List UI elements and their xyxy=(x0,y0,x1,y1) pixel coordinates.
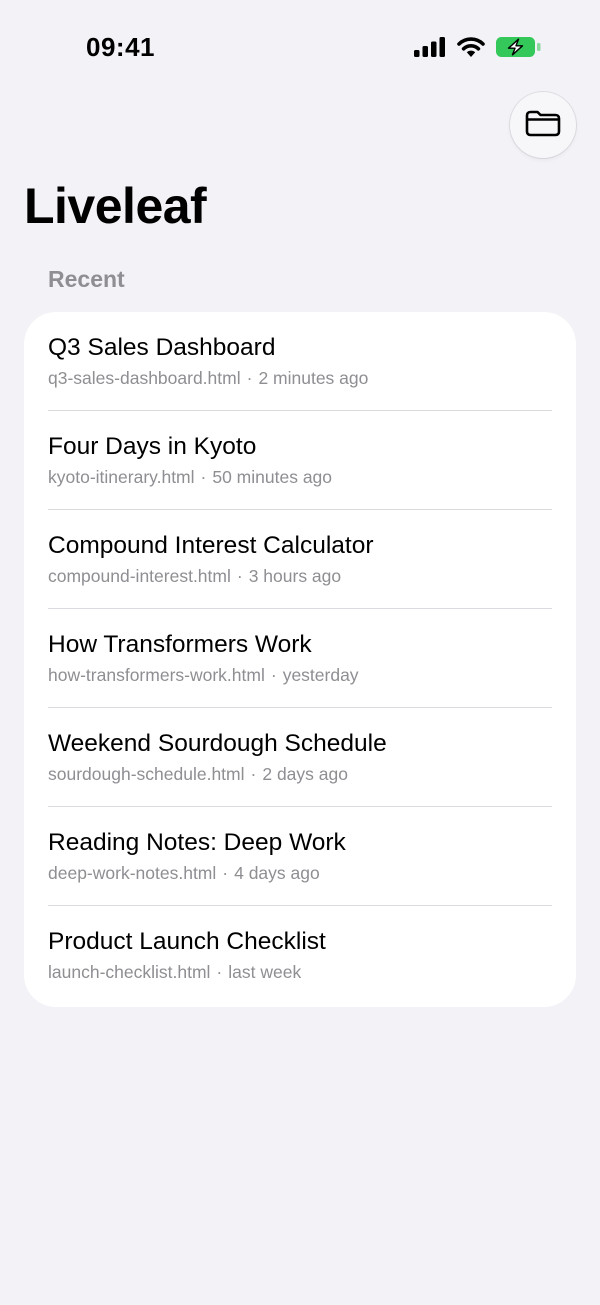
item-time: 4 days ago xyxy=(234,863,320,883)
item-filename: sourdough-schedule.html xyxy=(48,764,245,784)
item-filename: how-transformers-work.html xyxy=(48,665,265,685)
recent-list: Q3 Sales Dashboard q3-sales-dashboard.ht… xyxy=(24,312,576,1007)
list-item[interactable]: Q3 Sales Dashboard q3-sales-dashboard.ht… xyxy=(24,312,576,411)
cellular-signal-icon xyxy=(414,37,446,57)
item-title: Q3 Sales Dashboard xyxy=(48,334,276,361)
item-time: 50 minutes ago xyxy=(212,467,333,487)
item-filename: deep-work-notes.html xyxy=(48,863,217,883)
section-header-recent: Recent xyxy=(48,266,125,292)
meta-separator: · xyxy=(200,467,207,487)
meta-separator: · xyxy=(236,566,243,586)
folder-button[interactable] xyxy=(510,92,576,158)
item-meta: q3-sales-dashboard.html · 2 minutes ago xyxy=(48,368,368,389)
meta-separator: · xyxy=(246,368,253,388)
list-item[interactable]: How Transformers Work how-transformers-w… xyxy=(24,609,576,708)
item-time: yesterday xyxy=(282,665,359,685)
item-title: Four Days in Kyoto xyxy=(48,433,257,460)
item-meta: sourdough-schedule.html · 2 days ago xyxy=(48,764,348,785)
meta-separator: · xyxy=(250,764,257,784)
item-time: 2 minutes ago xyxy=(258,368,369,388)
item-filename: launch-checklist.html xyxy=(48,962,211,982)
status-time: 09:41 xyxy=(86,32,155,62)
item-meta: compound-interest.html · 3 hours ago xyxy=(48,566,341,587)
item-time: 3 hours ago xyxy=(248,566,342,586)
folder-icon xyxy=(524,108,562,143)
item-title: How Transformers Work xyxy=(48,631,312,658)
item-filename: compound-interest.html xyxy=(48,566,231,586)
page-title: Liveleaf xyxy=(24,178,207,234)
meta-separator: · xyxy=(216,962,223,982)
item-meta: how-transformers-work.html · yesterday xyxy=(48,665,359,686)
battery-charging-icon xyxy=(496,36,542,58)
item-time: last week xyxy=(228,962,302,982)
item-title: Compound Interest Calculator xyxy=(48,532,374,559)
list-item[interactable]: Weekend Sourdough Schedule sourdough-sch… xyxy=(24,708,576,807)
list-item[interactable]: Four Days in Kyoto kyoto-itinerary.html ·… xyxy=(24,411,576,510)
item-filename: q3-sales-dashboard.html xyxy=(48,368,241,388)
item-title: Weekend Sourdough Schedule xyxy=(48,730,387,757)
item-meta: deep-work-notes.html · 4 days ago xyxy=(48,863,320,884)
item-time: 2 days ago xyxy=(262,764,348,784)
item-meta: launch-checklist.html · last week xyxy=(48,962,301,983)
list-item[interactable]: Reading Notes: Deep Work deep-work-notes… xyxy=(24,807,576,906)
item-title: Reading Notes: Deep Work xyxy=(48,829,346,856)
list-item[interactable]: Product Launch Checklist launch-checklis… xyxy=(24,906,576,1005)
wifi-icon xyxy=(456,36,486,58)
list-item[interactable]: Compound Interest Calculator compound-in… xyxy=(24,510,576,609)
meta-separator: · xyxy=(270,665,277,685)
meta-separator: · xyxy=(222,863,229,883)
item-filename: kyoto-itinerary.html xyxy=(48,467,195,487)
status-bar: 09:41 xyxy=(0,0,600,96)
item-meta: kyoto-itinerary.html · 50 minutes ago xyxy=(48,467,332,488)
item-title: Product Launch Checklist xyxy=(48,928,326,955)
status-icons xyxy=(414,36,542,58)
